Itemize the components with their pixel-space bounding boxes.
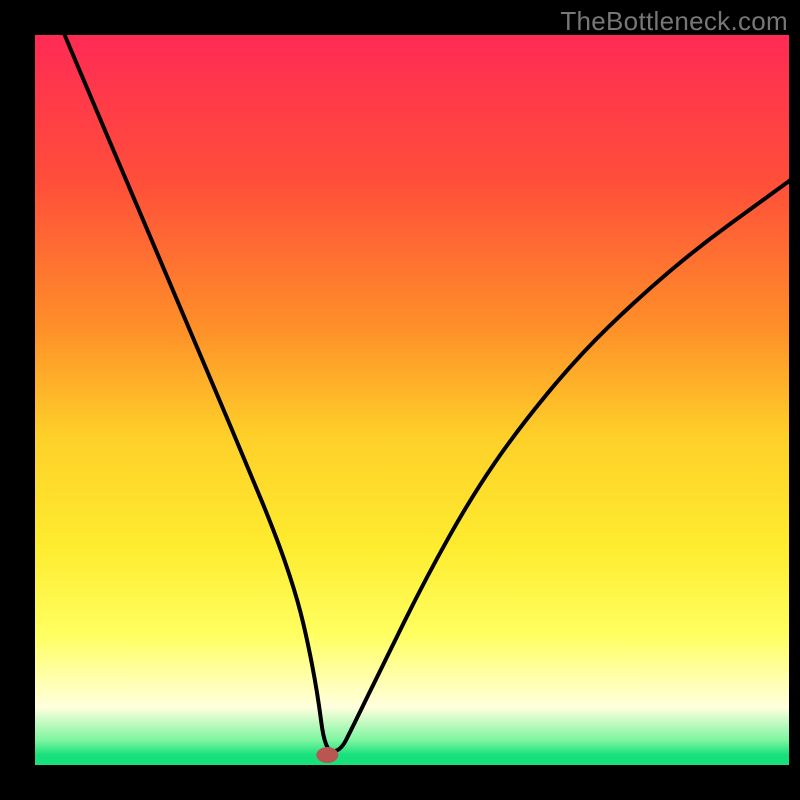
plot-background	[34, 34, 790, 766]
chart-frame: TheBottleneck.com	[0, 0, 800, 800]
watermark-label: TheBottleneck.com	[560, 6, 788, 37]
plot-bottom-band	[34, 757, 790, 766]
optimal-point-marker	[316, 747, 338, 763]
bottleneck-chart	[0, 0, 800, 800]
